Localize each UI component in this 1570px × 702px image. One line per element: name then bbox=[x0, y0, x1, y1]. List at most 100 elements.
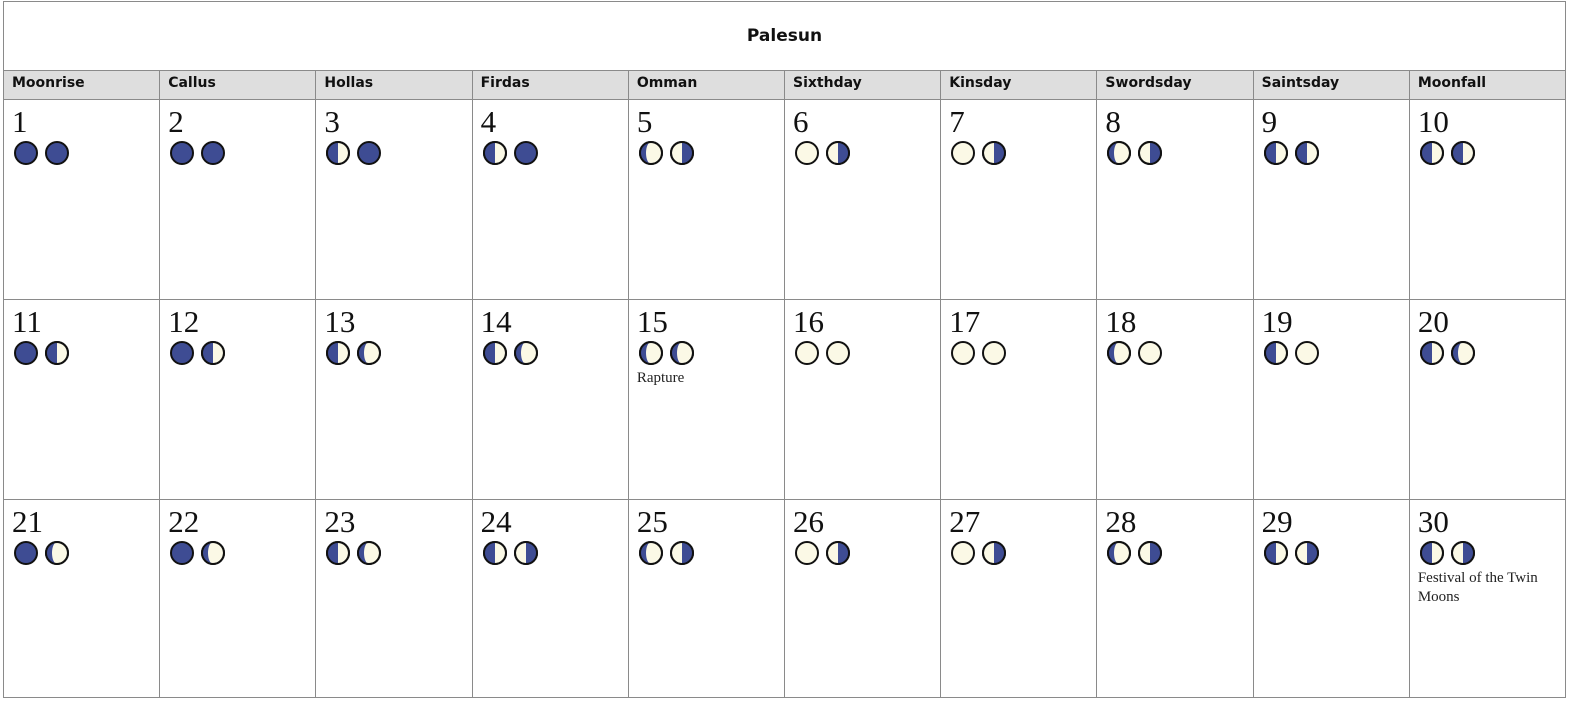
day-cell[interactable]: 25 bbox=[629, 500, 786, 698]
moon-phase-icon bbox=[951, 541, 976, 565]
moon-phase-icon bbox=[45, 141, 69, 165]
day-cell[interactable]: 9 bbox=[1254, 100, 1410, 299]
day-cell[interactable]: 20 bbox=[1410, 300, 1565, 499]
day-cell[interactable]: 2 bbox=[160, 100, 317, 299]
day-number: 15 bbox=[636, 304, 668, 339]
day-cell[interactable]: 27 bbox=[941, 500, 1098, 698]
moon-phases bbox=[482, 141, 628, 165]
day-cell[interactable]: 30 Festival of the Twin Moons bbox=[1410, 500, 1565, 698]
weekday-header: Firdas bbox=[473, 71, 629, 99]
moon-phase-icon bbox=[170, 141, 195, 165]
moon-phases bbox=[14, 141, 159, 165]
day-number: 21 bbox=[12, 504, 43, 539]
day-cell[interactable]: 7 bbox=[941, 100, 1098, 299]
weekday-header: Saintsday bbox=[1254, 71, 1410, 99]
day-cell[interactable]: 4 bbox=[473, 100, 629, 299]
day-number: 26 bbox=[793, 504, 825, 539]
moon-phases bbox=[1263, 341, 1409, 365]
day-cell[interactable]: 17 bbox=[941, 300, 1098, 499]
day-cell[interactable]: 28 bbox=[1097, 500, 1254, 698]
moon-phase-icon bbox=[14, 341, 38, 365]
weekday-header: Callus bbox=[160, 71, 317, 99]
day-number: 3 bbox=[324, 104, 340, 139]
calendar-grid: 1 2 3 4 5 6 7 8 9 10 11 12 13 14 15 Rapture 16 17 18 19 20 21… bbox=[4, 100, 1565, 698]
moon-phase-icon bbox=[638, 341, 663, 365]
day-cell[interactable]: 19 bbox=[1254, 300, 1410, 499]
moon-phases bbox=[170, 541, 315, 565]
day-cell[interactable]: 1 bbox=[4, 100, 161, 299]
moon-phase-icon bbox=[1263, 541, 1288, 565]
moon-phase-icon bbox=[201, 541, 226, 565]
moon-phases bbox=[326, 341, 471, 365]
moon-phases bbox=[795, 141, 940, 165]
moon-phase-icon bbox=[1450, 341, 1475, 365]
moon-phase-icon bbox=[14, 541, 38, 565]
moon-phases bbox=[795, 341, 940, 365]
day-number: 1 bbox=[12, 104, 28, 139]
moon-phase-icon bbox=[1294, 541, 1319, 565]
moon-phases bbox=[14, 541, 159, 565]
moon-phase-icon bbox=[1263, 341, 1288, 365]
moon-phases bbox=[14, 341, 159, 365]
moon-phase-icon bbox=[1138, 141, 1163, 165]
moon-phase-icon bbox=[482, 141, 507, 165]
moon-phases bbox=[482, 541, 628, 565]
day-cell[interactable]: 12 bbox=[160, 300, 317, 499]
day-cell[interactable]: 14 bbox=[473, 300, 629, 499]
weekday-header-row: Moonrise Callus Hollas Firdas Omman Sixthday K… bbox=[4, 71, 1565, 100]
day-number: 13 bbox=[324, 304, 356, 339]
moon-phase-icon bbox=[170, 341, 195, 365]
day-cell[interactable]: 21 bbox=[4, 500, 161, 698]
day-cell[interactable]: 5 bbox=[629, 100, 786, 299]
day-number: 29 bbox=[1261, 504, 1293, 539]
day-cell[interactable]: 26 bbox=[785, 500, 942, 698]
moon-phases bbox=[170, 141, 315, 165]
weekday-header: Omman bbox=[629, 71, 786, 99]
day-cell[interactable]: 22 bbox=[160, 500, 317, 698]
moon-phases bbox=[1263, 141, 1409, 165]
moon-phase-icon bbox=[513, 541, 538, 565]
day-cell[interactable]: 3 bbox=[316, 100, 473, 299]
moon-phase-icon bbox=[326, 341, 351, 365]
day-number: 30 bbox=[1417, 504, 1449, 539]
moon-phase-icon bbox=[982, 541, 1007, 565]
moon-phase-icon bbox=[1107, 541, 1132, 565]
moon-phases bbox=[170, 341, 315, 365]
moon-phase-icon bbox=[669, 141, 694, 165]
day-cell[interactable]: 11 bbox=[4, 300, 161, 499]
day-cell[interactable]: 16 bbox=[785, 300, 942, 499]
moon-phase-icon bbox=[1294, 141, 1319, 165]
week-row: 1 2 3 4 5 6 7 8 9 10 bbox=[4, 100, 1565, 300]
day-number: 8 bbox=[1105, 104, 1121, 139]
day-number: 28 bbox=[1105, 504, 1137, 539]
day-cell[interactable]: 29 bbox=[1254, 500, 1410, 698]
day-cell[interactable]: 8 bbox=[1097, 100, 1254, 299]
moon-phase-icon bbox=[1419, 141, 1444, 165]
day-number: 5 bbox=[636, 104, 653, 139]
day-cell[interactable]: 24 bbox=[473, 500, 629, 698]
day-cell[interactable]: 23 bbox=[316, 500, 473, 698]
day-number: 6 bbox=[793, 104, 809, 139]
moon-phase-icon bbox=[951, 341, 976, 365]
moon-phase-icon bbox=[201, 341, 226, 365]
day-cell[interactable]: 10 bbox=[1410, 100, 1565, 299]
day-cell[interactable]: 6 bbox=[785, 100, 942, 299]
month-title: Palesun bbox=[746, 26, 823, 46]
moon-phase-icon bbox=[482, 541, 507, 565]
moon-phase-icon bbox=[638, 541, 663, 565]
moon-phase-icon bbox=[357, 541, 382, 565]
moon-phases bbox=[638, 141, 784, 165]
moon-phase-icon bbox=[45, 541, 69, 565]
day-cell[interactable]: 15 Rapture bbox=[629, 300, 786, 499]
day-number: 4 bbox=[480, 104, 497, 139]
moon-phase-icon bbox=[1419, 341, 1444, 365]
moon-phase-icon bbox=[1419, 541, 1444, 565]
moon-phase-icon bbox=[326, 141, 351, 165]
day-cell[interactable]: 13 bbox=[316, 300, 473, 499]
moon-phase-icon bbox=[982, 141, 1007, 165]
moon-phase-icon bbox=[357, 341, 382, 365]
moon-phase-icon bbox=[795, 341, 820, 365]
day-number: 2 bbox=[168, 104, 184, 139]
moon-phase-icon bbox=[982, 341, 1007, 365]
day-cell[interactable]: 18 bbox=[1097, 300, 1254, 499]
